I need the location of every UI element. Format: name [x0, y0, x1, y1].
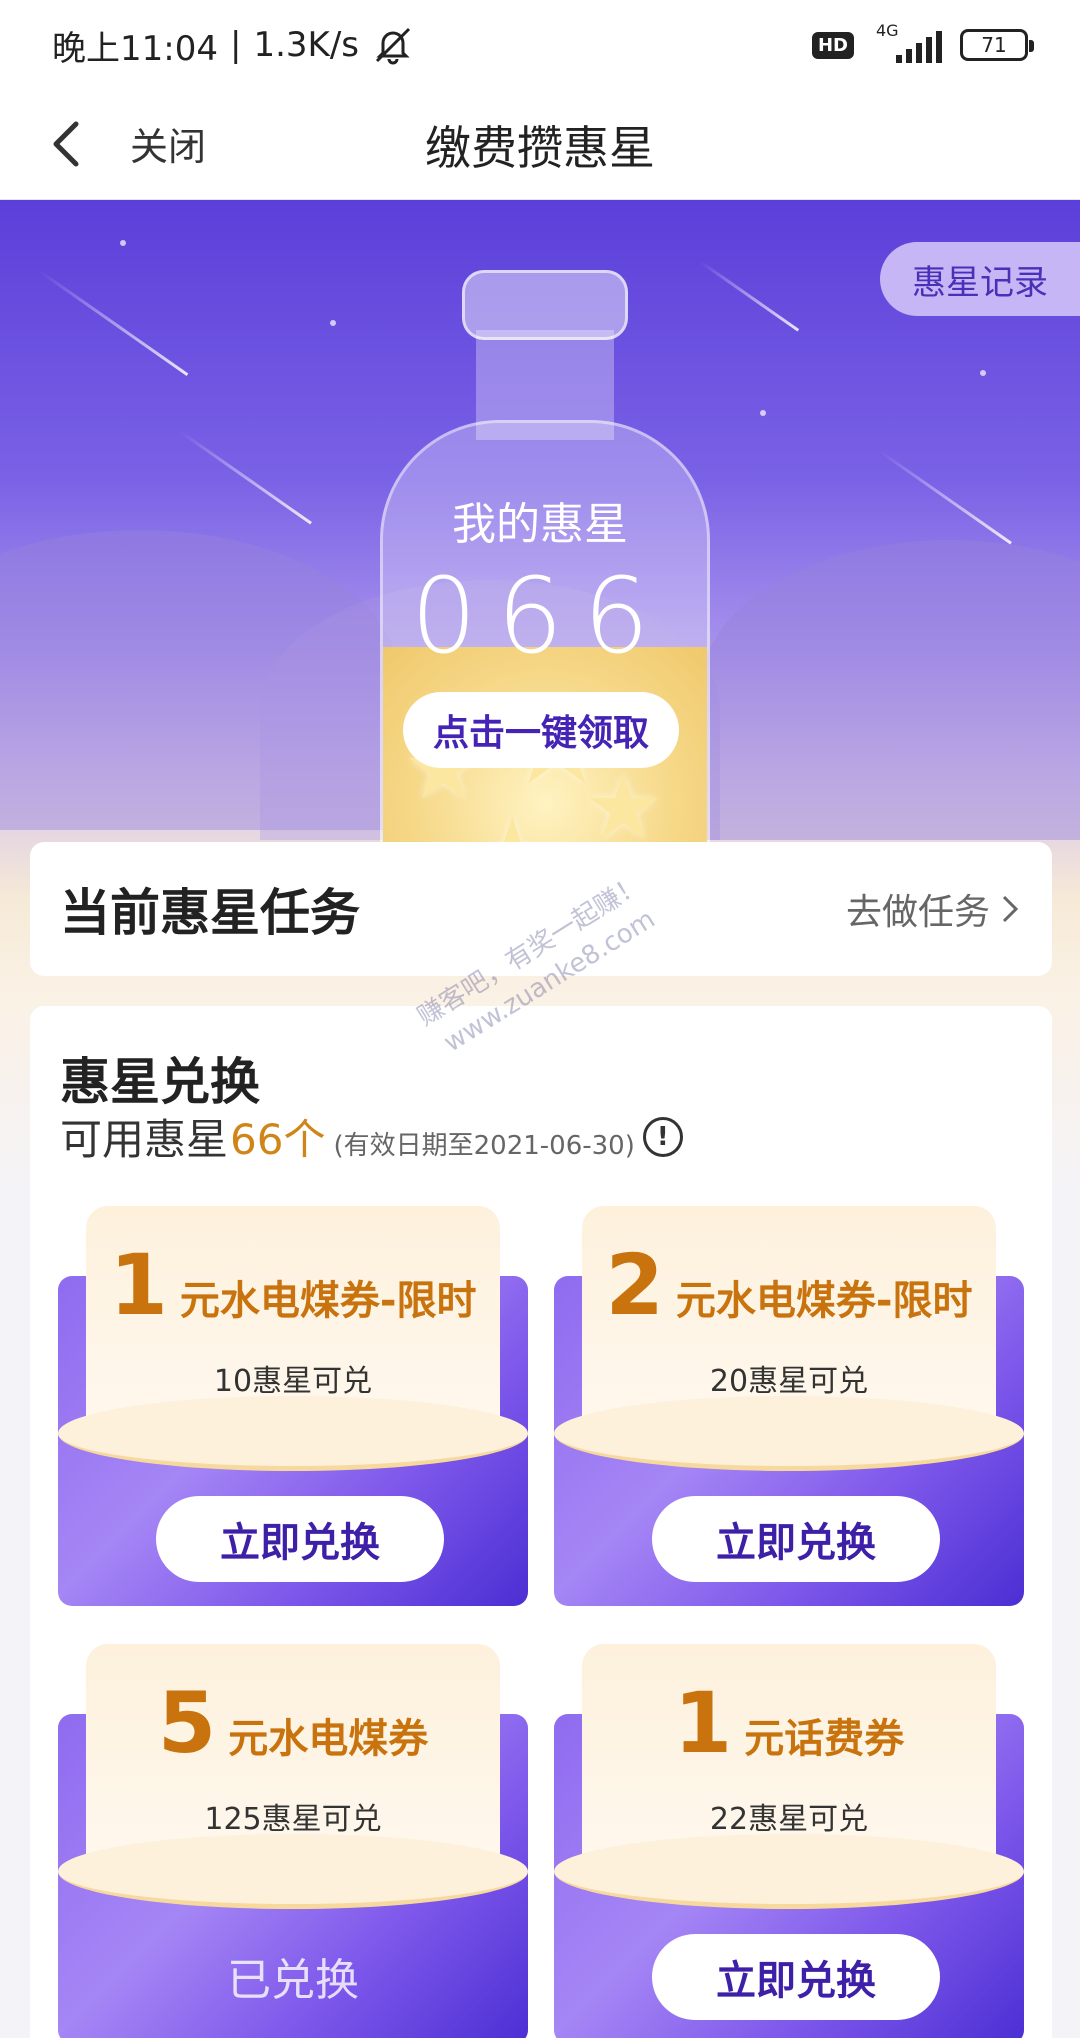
exchange-title: 惠星兑换	[60, 1053, 260, 1111]
star-dot	[980, 370, 986, 376]
coupon-name: 元水电煤券-限时	[675, 1278, 973, 1324]
meteor-decoration	[699, 260, 800, 332]
my-stars-label: 我的惠星	[452, 499, 628, 550]
exchange-section: 惠星兑换 可用惠星 66个 (有效日期至2021-06-30) ! 1 元水电煤券…	[30, 1006, 1052, 2038]
coupon-card: 2 元水电煤券-限时 20惠星可兑 立即兑换	[554, 1206, 1024, 1606]
status-time: 晚上11:04	[52, 28, 218, 69]
page-title: 缴费攒惠星	[425, 121, 655, 175]
claim-all-button[interactable]: 点击一键领取	[403, 692, 679, 768]
my-stars-count: 066	[410, 555, 670, 677]
coupon-title: 5 元水电煤券	[58, 1674, 528, 1772]
coupon-cost: 125惠星可兑	[204, 1802, 382, 1837]
star-dot	[120, 240, 126, 246]
status-speed: 1.3K/s	[253, 25, 359, 65]
coupon-title: 1 元水电煤券-限时	[58, 1236, 528, 1334]
redeem-button[interactable]: 立即兑换	[652, 1496, 940, 1582]
signal-icon: 4G	[872, 21, 942, 65]
battery-level: 71	[981, 33, 1007, 57]
star-dot	[330, 320, 336, 326]
available-stars: 可用惠星 66个 (有效日期至2021-06-30) !	[60, 1106, 683, 1167]
coupon-cost: 20惠星可兑	[709, 1364, 869, 1399]
coupon-amount: 2	[605, 1236, 664, 1334]
status-right: HD 4G 71	[811, 21, 1034, 65]
do-tasks-label: 去做任务	[845, 892, 990, 933]
available-prefix: 可用惠星	[60, 1115, 229, 1164]
redeemed-status: 已兑换	[227, 1955, 359, 2006]
validity-date: (有效日期至2021-06-30)	[333, 1131, 635, 1161]
coupon-name: 元水电煤券	[228, 1716, 429, 1762]
battery-icon: 71	[960, 29, 1034, 61]
chevron-right-icon	[1002, 895, 1019, 923]
task-card: 当前惠星任务 去做任务	[30, 842, 1052, 976]
status-separator: |	[229, 25, 242, 65]
coupon-card: 5 元水电煤券 125惠星可兑 已兑换	[58, 1644, 528, 2038]
available-count: 66个	[230, 1115, 326, 1164]
redeem-button[interactable]: 立即兑换	[156, 1496, 444, 1582]
nav-bar: 关闭 缴费攒惠星	[0, 90, 1080, 200]
coupon-title: 1 元话费券	[554, 1674, 1024, 1772]
status-bar: 晚上11:04 | 1.3K/s HD 4G 71	[0, 0, 1080, 90]
coupon-name: 元水电煤券-限时	[179, 1278, 477, 1324]
status-left: 晚上11:04 | 1.3K/s	[52, 21, 415, 70]
star-dot	[760, 410, 766, 416]
info-icon[interactable]: !	[642, 1116, 683, 1157]
star-icon: ★	[583, 755, 664, 860]
coupon-amount: 1	[109, 1236, 168, 1334]
do-tasks-link[interactable]: 去做任务	[846, 883, 1022, 935]
coupon-cost: 22惠星可兑	[709, 1802, 869, 1837]
coupon-cost: 10惠星可兑	[213, 1364, 373, 1399]
coupon-amount: 1	[673, 1674, 733, 1772]
hd-badge: HD	[811, 31, 854, 59]
coupon-title: 2 元水电煤券-限时	[554, 1236, 1024, 1334]
coupon-name: 元话费券	[744, 1716, 905, 1762]
coupon-amount: 5	[157, 1674, 217, 1772]
mute-icon	[375, 27, 411, 65]
redeem-button[interactable]: 立即兑换	[652, 1934, 940, 2020]
star-record-button[interactable]: 惠星记录	[880, 242, 1080, 316]
task-title: 当前惠星任务	[60, 884, 360, 942]
coupon-card: 1 元话费券 22惠星可兑 立即兑换	[554, 1644, 1024, 2038]
coupon-card: 1 元水电煤券-限时 10惠星可兑 立即兑换	[58, 1206, 528, 1606]
meteor-decoration	[39, 270, 189, 376]
